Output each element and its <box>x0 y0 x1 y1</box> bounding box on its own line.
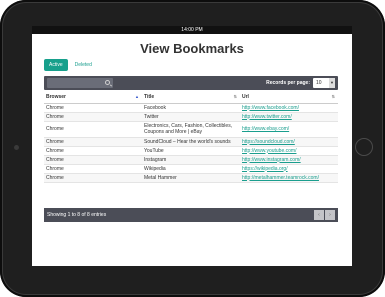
sort-icon: ⇅ <box>331 94 335 99</box>
prev-page-button[interactable]: ‹ <box>314 210 324 220</box>
table-footer: Showing 1 to 8 of 8 entries ‹ › <box>44 208 338 222</box>
cell-browser: Chrome <box>44 146 142 156</box>
table-row: Chrome Facebook http://www.facebook.com/ <box>44 103 338 113</box>
sort-icon: ⇅ <box>233 94 237 99</box>
column-header-label: Title <box>144 94 155 101</box>
column-header-title[interactable]: Title ⇅ <box>142 92 240 104</box>
table-row: Chrome SoundCloud – Hear the world's sou… <box>44 137 338 147</box>
column-header-label: Browser <box>46 94 67 101</box>
tablet-frame: 14:00 PM View Bookmarks Active Deleted R… <box>0 0 385 297</box>
cell-title: Electronics, Cars, Fashion, Collectibles… <box>142 121 240 138</box>
table-row: Chrome Twitter http://www.twitter.com/ <box>44 112 338 122</box>
cell-browser: Chrome <box>44 137 142 147</box>
tab-deleted[interactable]: Deleted <box>70 59 97 71</box>
column-header-browser[interactable]: Browser ▲ <box>44 92 142 104</box>
chevron-down-icon: ▼ <box>329 78 335 88</box>
cell-url-link[interactable]: https://wikipedia.org/ <box>240 164 338 174</box>
cell-title: Facebook <box>142 103 240 113</box>
table-row: Chrome YouTube http://www.youtube.com/ <box>44 146 338 156</box>
records-per-page-select[interactable]: 10 ▼ <box>313 78 335 88</box>
pagination: ‹ › <box>314 210 335 220</box>
cell-url-link[interactable]: http://www.instagram.com/ <box>240 155 338 165</box>
cell-browser: Chrome <box>44 155 142 165</box>
entries-info: Showing 1 to 8 of 8 entries <box>47 212 107 218</box>
tab-active[interactable]: Active <box>44 59 68 71</box>
next-page-button[interactable]: › <box>325 210 335 220</box>
sort-asc-icon: ▲ <box>135 94 139 99</box>
page-title: View Bookmarks <box>140 41 244 56</box>
cell-browser: Chrome <box>44 112 142 122</box>
cell-browser: Chrome <box>44 103 142 113</box>
records-per-page-value: 10 <box>316 80 322 86</box>
status-time: 14:00 PM <box>181 27 203 33</box>
table-row: Chrome Instagram http://www.instagram.co… <box>44 155 338 165</box>
column-header-url[interactable]: Url ⇅ <box>240 92 338 104</box>
cell-title: YouTube <box>142 146 240 156</box>
cell-url-link[interactable]: http://www.youtube.com/ <box>240 146 338 156</box>
table-header-row: Browser ▲ Title ⇅ Url ⇅ <box>44 92 338 104</box>
column-header-label: Url <box>242 94 249 101</box>
cell-title: Twitter <box>142 112 240 122</box>
table-row: Chrome Wikipedia https://wikipedia.org/ <box>44 164 338 174</box>
cell-title: SoundCloud – Hear the world's sounds <box>142 137 240 147</box>
cell-title: Instagram <box>142 155 240 165</box>
search-icon[interactable] <box>105 80 110 85</box>
cell-browser: Chrome <box>44 121 142 138</box>
tab-bar: Active Deleted <box>44 59 97 71</box>
cell-url-link[interactable]: http://www.ebay.com/ <box>240 121 338 138</box>
status-bar: 14:00 PM <box>32 26 352 34</box>
cell-browser: Chrome <box>44 173 142 183</box>
records-per-page-label: Records per page: <box>266 80 310 86</box>
table-row: Chrome Metal Hammer http://metalhammer.t… <box>44 173 338 183</box>
home-button[interactable] <box>355 138 373 156</box>
cell-title: Metal Hammer <box>142 173 240 183</box>
cell-url-link[interactable]: http://metalhammer.teamrock.com/ <box>240 173 338 183</box>
cell-url-link[interactable]: http://www.twitter.com/ <box>240 112 338 122</box>
table-toolbar: Records per page: 10 ▼ <box>44 76 338 90</box>
cell-browser: Chrome <box>44 164 142 174</box>
cell-url-link[interactable]: https://soundcloud.com/ <box>240 137 338 147</box>
cell-url-link[interactable]: http://www.facebook.com/ <box>240 103 338 113</box>
table-row: Chrome Electronics, Cars, Fashion, Colle… <box>44 121 338 138</box>
screen: 14:00 PM View Bookmarks Active Deleted R… <box>32 26 352 266</box>
search-input[interactable] <box>47 78 113 88</box>
bookmarks-table: Browser ▲ Title ⇅ Url ⇅ Chrome Facebook … <box>44 92 338 183</box>
cell-title: Wikipedia <box>142 164 240 174</box>
camera <box>14 145 19 150</box>
